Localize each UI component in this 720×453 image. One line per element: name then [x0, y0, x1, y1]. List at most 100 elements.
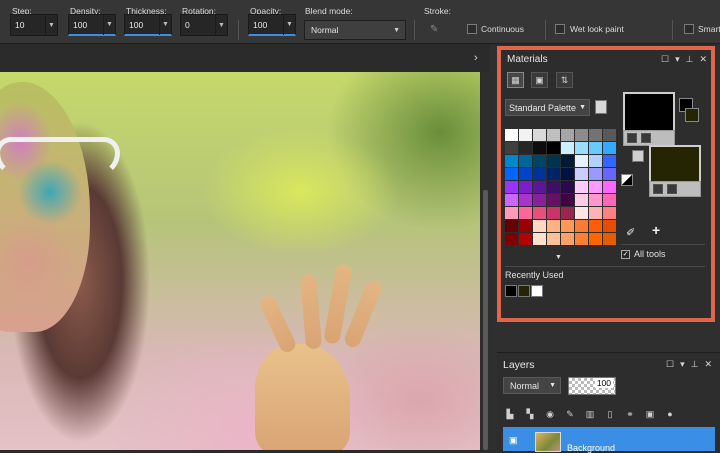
foreground-texture-icon[interactable] [641, 133, 651, 143]
canvas-scroll-thumb[interactable] [483, 190, 488, 450]
color-swatch[interactable] [533, 194, 546, 206]
chevron-down-icon[interactable]: ▼ [555, 254, 562, 261]
maximize-icon[interactable]: ☐ [666, 359, 674, 370]
color-swatch[interactable] [519, 129, 532, 141]
recent-swatch[interactable] [518, 285, 530, 297]
opacity-dropdown-icon[interactable]: ▼ [283, 14, 295, 35]
color-swatch[interactable] [575, 142, 588, 154]
color-swatch[interactable] [533, 207, 546, 219]
color-swatch[interactable] [547, 207, 560, 219]
eyedropper-icon[interactable]: ✐ [626, 226, 635, 239]
continuous-checkbox[interactable] [467, 24, 477, 34]
color-swatch[interactable] [589, 155, 602, 167]
color-swatch[interactable] [505, 129, 518, 141]
color-swatch[interactable] [575, 155, 588, 167]
color-swatch[interactable] [589, 207, 602, 219]
palette-options-icon[interactable] [595, 100, 607, 114]
add-swatch-icon[interactable]: + [652, 222, 660, 238]
color-swatch[interactable] [589, 194, 602, 206]
color-swatch[interactable] [519, 220, 532, 232]
color-swatch[interactable] [519, 194, 532, 206]
color-swatch[interactable] [603, 194, 616, 206]
color-swatch[interactable] [561, 181, 574, 193]
color-swatch[interactable] [519, 207, 532, 219]
color-swatch[interactable] [505, 220, 518, 232]
color-swatch[interactable] [589, 129, 602, 141]
wet-look-checkbox[interactable] [555, 24, 565, 34]
recent-swatch[interactable] [531, 285, 543, 297]
close-icon[interactable]: ✕ [699, 54, 707, 65]
color-swatch[interactable] [603, 233, 616, 245]
background-color-swatch[interactable] [649, 145, 701, 183]
color-swatch[interactable] [547, 233, 560, 245]
color-swatch[interactable] [519, 181, 532, 193]
density-spinbox[interactable]: 100 ▼ [68, 14, 116, 36]
color-swatch[interactable] [505, 194, 518, 206]
color-swatch[interactable] [547, 142, 560, 154]
mini-background-swatch[interactable] [685, 108, 699, 122]
color-swatch[interactable] [533, 168, 546, 180]
color-swatch[interactable] [505, 233, 518, 245]
color-swatch[interactable] [603, 220, 616, 232]
color-swatch[interactable] [505, 168, 518, 180]
image-canvas[interactable] [0, 72, 480, 450]
color-swatch[interactable] [561, 142, 574, 154]
thickness-dropdown-icon[interactable]: ▼ [159, 14, 171, 35]
effects-icon[interactable]: ● [663, 408, 677, 420]
chevron-right-icon[interactable]: › [474, 52, 478, 64]
density-dropdown-icon[interactable]: ▼ [103, 14, 115, 35]
color-swatch[interactable] [547, 181, 560, 193]
color-swatch[interactable] [547, 168, 560, 180]
color-swatch[interactable] [561, 194, 574, 206]
layer-opacity-field[interactable]: 100 [568, 377, 616, 395]
color-swatch[interactable] [561, 220, 574, 232]
color-swatch[interactable] [505, 142, 518, 154]
rotation-dropdown-icon[interactable]: ▼ [215, 15, 227, 35]
color-swatch[interactable] [603, 168, 616, 180]
maximize-icon[interactable]: ☐ [661, 54, 669, 65]
visibility-icon[interactable]: ◉ [543, 408, 557, 420]
color-swatch[interactable] [533, 142, 546, 154]
color-swatch[interactable] [603, 155, 616, 167]
brush-layer-icon[interactable]: ✎ [563, 408, 577, 420]
delete-layer-icon[interactable]: ▯ [603, 408, 617, 420]
color-swatch[interactable] [561, 129, 574, 141]
lock-icon[interactable]: ▣ [643, 408, 657, 420]
palette-select[interactable]: Standard Palette ▼ [505, 99, 590, 116]
swatches-tab-icon[interactable]: ⇅ [556, 72, 573, 88]
recent-swatch[interactable] [505, 285, 517, 297]
mask-icon[interactable]: ▥ [583, 408, 597, 420]
color-swatch[interactable] [505, 155, 518, 167]
color-swatch[interactable] [533, 220, 546, 232]
color-swatch[interactable] [533, 233, 546, 245]
color-swatch[interactable] [589, 142, 602, 154]
background-gradient-icon[interactable] [653, 184, 663, 194]
frame-tab-icon[interactable]: ▦ [507, 72, 524, 88]
rotation-spinbox[interactable]: 0 ▼ [180, 14, 228, 36]
color-swatch[interactable] [505, 207, 518, 219]
foreground-color-swatch[interactable] [623, 92, 675, 132]
color-swatch[interactable] [575, 194, 588, 206]
color-swatch[interactable] [547, 220, 560, 232]
color-swatch[interactable] [603, 129, 616, 141]
color-swatch[interactable] [575, 233, 588, 245]
background-texture-icon[interactable] [667, 184, 677, 194]
pin-icon[interactable]: ⊥ [691, 359, 699, 370]
color-swatch[interactable] [561, 233, 574, 245]
color-swatch[interactable] [603, 207, 616, 219]
layer-blend-select[interactable]: Normal ▼ [503, 377, 561, 394]
color-swatch[interactable] [575, 220, 588, 232]
swap-colors-icon[interactable] [632, 150, 644, 162]
color-swatch[interactable] [603, 142, 616, 154]
stroke-brush-icon[interactable]: ✎ [430, 24, 438, 35]
thickness-spinbox[interactable]: 100 ▼ [124, 14, 172, 36]
color-swatch[interactable] [519, 168, 532, 180]
color-swatch[interactable] [547, 129, 560, 141]
new-layer-icon[interactable]: ▙ [503, 408, 517, 420]
color-swatch[interactable] [575, 207, 588, 219]
close-icon[interactable]: ✕ [704, 359, 712, 370]
color-swatch[interactable] [589, 220, 602, 232]
rainbow-tab-icon[interactable]: ▣ [531, 72, 548, 88]
color-swatch[interactable] [505, 181, 518, 193]
smart-checkbox[interactable] [684, 24, 694, 34]
